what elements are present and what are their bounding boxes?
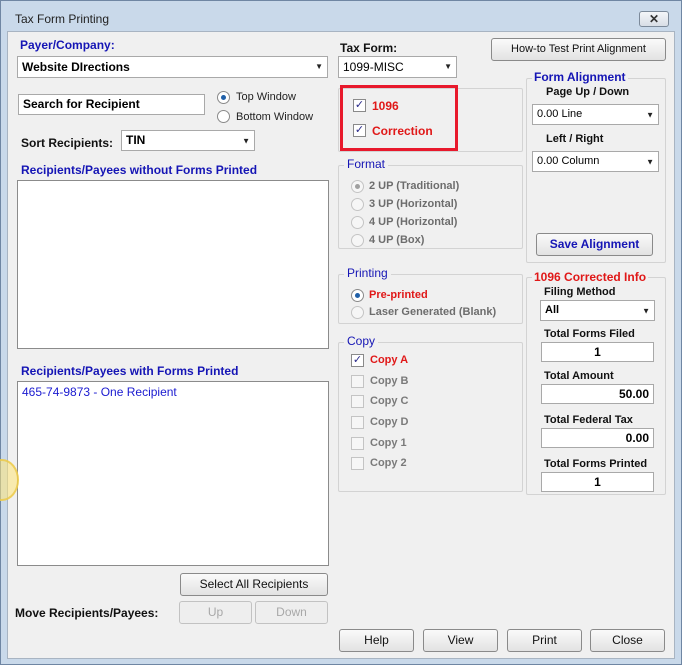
move-up-button[interactable]: Up (179, 601, 252, 624)
printing-label: Printing (344, 266, 391, 280)
format-radio-2up[interactable] (351, 180, 364, 193)
total-amount-label: Total Amount (544, 370, 614, 382)
page-up-down-value: 0.00 Line (537, 108, 583, 120)
total-federal-tax-field[interactable]: 0.00 (541, 428, 654, 448)
copy-2-checkbox[interactable] (351, 457, 364, 470)
format-radio-4up-box[interactable] (351, 234, 364, 247)
close-icon: ✕ (648, 12, 660, 26)
laser-generated-label: Laser Generated (Blank) (369, 306, 497, 318)
copy-b-checkbox[interactable] (351, 375, 364, 388)
with-forms-list[interactable]: 465-74-9873 - One Recipient (17, 381, 329, 566)
preprinted-label: Pre-printed (369, 289, 428, 301)
bottom-window-radio[interactable] (217, 110, 230, 123)
format-option-label: 2 UP (Traditional) (369, 180, 460, 192)
copy-a-checkbox[interactable]: ✓ (351, 354, 364, 367)
top-window-label: Top Window (236, 91, 296, 103)
chevron-down-icon: ▼ (642, 306, 650, 315)
chevron-down-icon: ▼ (646, 157, 654, 166)
format-option-label: 3 UP (Horizontal) (369, 198, 458, 210)
sort-dropdown[interactable]: TIN ▼ (121, 130, 255, 151)
payer-dropdown[interactable]: Website DIrections ▼ (17, 56, 328, 78)
top-window-radio[interactable] (217, 91, 230, 104)
bottom-window-label: Bottom Window (236, 111, 314, 123)
copy-label: Copy (344, 334, 379, 348)
print-button[interactable]: Print (507, 629, 582, 652)
test-print-alignment-button[interactable]: How-to Test Print Alignment (491, 38, 666, 61)
select-all-recipients-button[interactable]: Select All Recipients (180, 573, 328, 596)
title-bar: Tax Form Printing ✕ (1, 1, 681, 31)
total-forms-filed-label: Total Forms Filed (544, 328, 635, 340)
tax-form-printing-window: Tax Form Printing ✕ Payer/Company: Websi… (0, 0, 682, 665)
view-button[interactable]: View (423, 629, 498, 652)
sort-label: Sort Recipients: (21, 136, 114, 150)
total-federal-tax-label: Total Federal Tax (544, 414, 633, 426)
filing-method-dropdown[interactable]: All ▼ (540, 300, 655, 321)
payer-value: Website DIrections (22, 60, 130, 74)
without-forms-label: Recipients/Payees without Forms Printed (21, 163, 258, 177)
corrected-info-label: 1096 Corrected Info (532, 270, 649, 284)
filing-method-label: Filing Method (544, 286, 616, 298)
format-radio-4up-horizontal[interactable] (351, 216, 364, 229)
page-up-down-label: Page Up / Down (546, 86, 630, 98)
payer-label: Payer/Company: (20, 38, 115, 52)
format-label: Format (344, 157, 389, 171)
dialog-body: Payer/Company: Website DIrections ▼ Sear… (7, 31, 675, 659)
left-right-value: 0.00 Column (537, 155, 600, 167)
format-radio-3up[interactable] (351, 198, 364, 211)
list-item[interactable]: 465-74-9873 - One Recipient (22, 385, 177, 399)
copy-item-label: Copy C (370, 395, 409, 407)
filing-method-value: All (545, 304, 560, 316)
close-button[interactable]: Close (590, 629, 665, 652)
total-forms-filed-field[interactable]: 1 (541, 342, 654, 362)
tax-form-value: 1099-MISC (343, 60, 404, 74)
help-button[interactable]: Help (339, 629, 414, 652)
copy-item-label: Copy D (370, 416, 409, 428)
left-right-label: Left / Right (546, 133, 604, 145)
search-input[interactable]: Search for Recipient (18, 94, 205, 115)
copy-item-label: Copy A (370, 354, 409, 366)
total-forms-printed-label: Total Forms Printed (544, 458, 648, 470)
window-close-button[interactable]: ✕ (639, 11, 669, 27)
copy-item-label: Copy B (370, 375, 409, 387)
copy-group (338, 342, 523, 492)
chevron-down-icon: ▼ (242, 136, 250, 145)
chevron-down-icon: ▼ (646, 110, 654, 119)
format-option-label: 4 UP (Box) (369, 234, 425, 246)
window-title: Tax Form Printing (15, 12, 110, 26)
laser-generated-radio[interactable] (351, 306, 364, 319)
highlight-box (340, 85, 458, 151)
copy-item-label: Copy 1 (370, 437, 407, 449)
copy-c-checkbox[interactable] (351, 395, 364, 408)
tax-form-label: Tax Form: (340, 41, 398, 55)
copy-1-checkbox[interactable] (351, 437, 364, 450)
tax-form-dropdown[interactable]: 1099-MISC ▼ (338, 56, 457, 78)
copy-d-checkbox[interactable] (351, 416, 364, 429)
move-recipients-label: Move Recipients/Payees: (15, 606, 159, 620)
total-forms-printed-field[interactable]: 1 (541, 472, 654, 492)
save-alignment-button[interactable]: Save Alignment (536, 233, 653, 256)
preprinted-radio[interactable] (351, 289, 364, 302)
move-down-button[interactable]: Down (255, 601, 328, 624)
with-forms-label: Recipients/Payees with Forms Printed (21, 364, 239, 378)
sort-value: TIN (126, 133, 146, 147)
chevron-down-icon: ▼ (315, 62, 323, 71)
form-alignment-label: Form Alignment (532, 70, 628, 84)
format-option-label: 4 UP (Horizontal) (369, 216, 458, 228)
page-up-down-dropdown[interactable]: 0.00 Line ▼ (532, 104, 659, 125)
left-right-dropdown[interactable]: 0.00 Column ▼ (532, 151, 659, 172)
without-forms-list[interactable] (17, 180, 329, 349)
chevron-down-icon: ▼ (444, 62, 452, 71)
total-amount-field[interactable]: 50.00 (541, 384, 654, 404)
copy-item-label: Copy 2 (370, 457, 407, 469)
